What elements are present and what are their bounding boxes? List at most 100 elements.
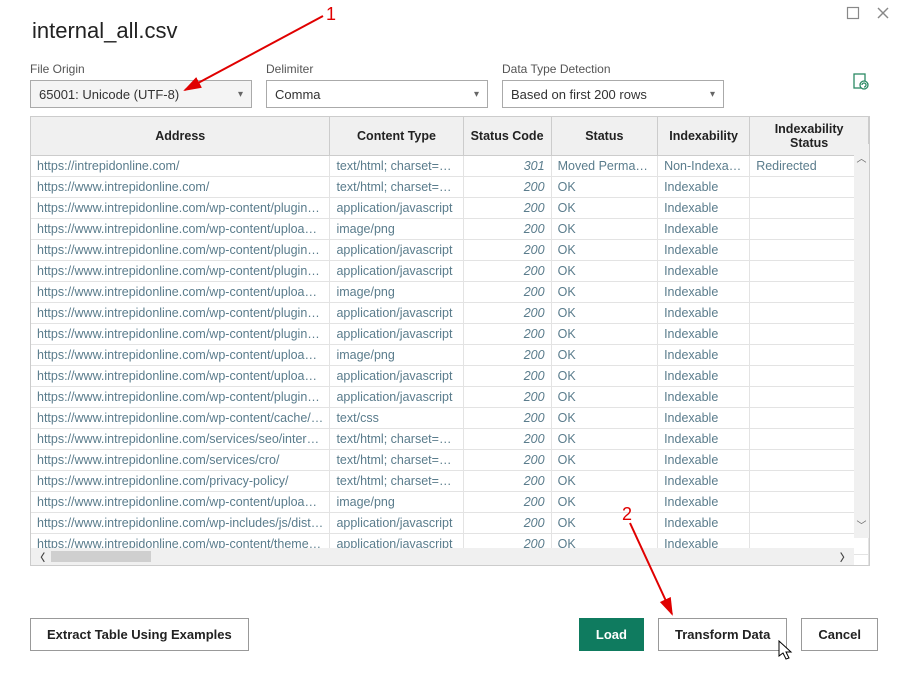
refresh-icon[interactable] bbox=[852, 73, 870, 98]
cancel-button[interactable]: Cancel bbox=[801, 618, 878, 651]
table-cell: Indexable bbox=[658, 219, 750, 240]
file-origin-dropdown[interactable]: 65001: Unicode (UTF-8) ▾ bbox=[30, 80, 252, 108]
table-cell: 200 bbox=[463, 345, 551, 366]
table-cell: OK bbox=[551, 261, 657, 282]
table-cell: https://www.intrepidonline.com/wp-conten… bbox=[31, 387, 330, 408]
load-button[interactable]: Load bbox=[579, 618, 644, 651]
table-cell: OK bbox=[551, 492, 657, 513]
table-cell bbox=[750, 513, 869, 534]
table-cell: https://www.intrepidonline.com/wp-conten… bbox=[31, 408, 330, 429]
table-cell: https://www.intrepidonline.com/services/… bbox=[31, 450, 330, 471]
column-header[interactable]: Address bbox=[31, 117, 330, 156]
table-row[interactable]: https://www.intrepidonline.com/wp-conten… bbox=[31, 198, 869, 219]
table-cell: application/javascript bbox=[330, 387, 463, 408]
table-row[interactable]: https://www.intrepidonline.com/wp-conten… bbox=[31, 303, 869, 324]
table-cell bbox=[750, 450, 869, 471]
table-cell: 200 bbox=[463, 450, 551, 471]
table-row[interactable]: https://www.intrepidonline.com/wp-conten… bbox=[31, 492, 869, 513]
table-row[interactable]: https://www.intrepidonline.com/wp-conten… bbox=[31, 387, 869, 408]
scroll-down-icon[interactable]: ﹀ bbox=[857, 511, 867, 538]
table-cell: OK bbox=[551, 282, 657, 303]
table-row[interactable]: https://www.intrepidonline.com/wp-conten… bbox=[31, 261, 869, 282]
column-header[interactable]: Indexability bbox=[658, 117, 750, 156]
table-cell: Indexable bbox=[658, 324, 750, 345]
table-row[interactable]: https://www.intrepidonline.com/wp-conten… bbox=[31, 240, 869, 261]
scroll-right-icon[interactable]: 〉 bbox=[836, 549, 854, 564]
table-cell: Non-Indexable bbox=[658, 156, 750, 177]
table-cell: https://www.intrepidonline.com/wp-conten… bbox=[31, 261, 330, 282]
table-cell: 200 bbox=[463, 198, 551, 219]
extract-table-button[interactable]: Extract Table Using Examples bbox=[30, 618, 249, 651]
table-cell: text/html; charset=UTF-8 bbox=[330, 471, 463, 492]
column-header[interactable]: Status bbox=[551, 117, 657, 156]
vertical-scrollbar[interactable]: ︿ ﹀ bbox=[854, 144, 869, 538]
scrollbar-thumb[interactable] bbox=[51, 551, 151, 562]
table-cell: Indexable bbox=[658, 177, 750, 198]
close-icon[interactable] bbox=[876, 6, 890, 20]
table-row[interactable]: https://www.intrepidonline.com/wp-conten… bbox=[31, 366, 869, 387]
table-row[interactable]: https://www.intrepidonline.com/wp-conten… bbox=[31, 408, 869, 429]
table-cell: 301 bbox=[463, 156, 551, 177]
table-row[interactable]: https://www.intrepidonline.com/services/… bbox=[31, 429, 869, 450]
table-cell: Indexable bbox=[658, 450, 750, 471]
table-cell: OK bbox=[551, 366, 657, 387]
delimiter-dropdown[interactable]: Comma ▾ bbox=[266, 80, 488, 108]
table-cell: OK bbox=[551, 324, 657, 345]
table-cell: image/png bbox=[330, 345, 463, 366]
table-cell: https://www.intrepidonline.com/services/… bbox=[31, 429, 330, 450]
maximize-icon[interactable] bbox=[846, 6, 860, 20]
table-cell bbox=[750, 261, 869, 282]
table-cell: 200 bbox=[463, 366, 551, 387]
table-cell: text/html; charset=UTF-8 bbox=[330, 177, 463, 198]
detection-label: Data Type Detection bbox=[502, 62, 724, 76]
table-cell: Indexable bbox=[658, 240, 750, 261]
table-cell: 200 bbox=[463, 513, 551, 534]
table-cell: https://www.intrepidonline.com/wp-conten… bbox=[31, 345, 330, 366]
table-cell: https://www.intrepidonline.com/privacy-p… bbox=[31, 471, 330, 492]
transform-data-button[interactable]: Transform Data bbox=[658, 618, 787, 651]
table-row[interactable]: https://www.intrepidonline.com/wp-conten… bbox=[31, 324, 869, 345]
table-cell bbox=[750, 429, 869, 450]
table-cell: 200 bbox=[463, 303, 551, 324]
table-row[interactable]: https://intrepidonline.com/text/html; ch… bbox=[31, 156, 869, 177]
table-row[interactable]: https://www.intrepidonline.com/wp-includ… bbox=[31, 513, 869, 534]
table-cell: text/html; charset=UTF-8 bbox=[330, 429, 463, 450]
table-row[interactable]: https://www.intrepidonline.com/wp-conten… bbox=[31, 282, 869, 303]
table-cell: 200 bbox=[463, 261, 551, 282]
table-cell: OK bbox=[551, 198, 657, 219]
table-cell: https://www.intrepidonline.com/wp-conten… bbox=[31, 492, 330, 513]
table-cell: https://intrepidonline.com/ bbox=[31, 156, 330, 177]
table-cell: image/png bbox=[330, 219, 463, 240]
scroll-left-icon[interactable]: 〈 bbox=[31, 549, 49, 564]
table-cell: OK bbox=[551, 303, 657, 324]
table-cell: https://www.intrepidonline.com/wp-conten… bbox=[31, 324, 330, 345]
column-header[interactable]: Content Type bbox=[330, 117, 463, 156]
table-row[interactable]: https://www.intrepidonline.com/wp-conten… bbox=[31, 219, 869, 240]
file-origin-value: 65001: Unicode (UTF-8) bbox=[39, 87, 179, 102]
table-cell: 200 bbox=[463, 387, 551, 408]
table-cell: image/png bbox=[330, 282, 463, 303]
column-header[interactable]: Status Code bbox=[463, 117, 551, 156]
horizontal-scrollbar[interactable]: 〈 〉 bbox=[31, 548, 854, 565]
file-origin-label: File Origin bbox=[30, 62, 252, 76]
table-cell: application/javascript bbox=[330, 198, 463, 219]
table-cell bbox=[750, 408, 869, 429]
table-cell: application/javascript bbox=[330, 303, 463, 324]
table-cell: Moved Permanently bbox=[551, 156, 657, 177]
table-cell bbox=[750, 471, 869, 492]
table-cell: 200 bbox=[463, 177, 551, 198]
delimiter-label: Delimiter bbox=[266, 62, 488, 76]
table-cell: Indexable bbox=[658, 261, 750, 282]
table-cell bbox=[750, 366, 869, 387]
table-cell: https://www.intrepidonline.com/wp-conten… bbox=[31, 240, 330, 261]
table-row[interactable]: https://www.intrepidonline.com/wp-conten… bbox=[31, 345, 869, 366]
detection-dropdown[interactable]: Based on first 200 rows ▾ bbox=[502, 80, 724, 108]
column-header[interactable]: Indexability Status bbox=[750, 117, 869, 156]
table-row[interactable]: https://www.intrepidonline.com/privacy-p… bbox=[31, 471, 869, 492]
table-row[interactable]: https://www.intrepidonline.com/services/… bbox=[31, 450, 869, 471]
scroll-up-icon[interactable]: ︿ bbox=[857, 144, 867, 171]
table-cell: application/javascript bbox=[330, 366, 463, 387]
table-cell: Indexable bbox=[658, 513, 750, 534]
chevron-down-icon: ▾ bbox=[238, 89, 243, 100]
table-row[interactable]: https://www.intrepidonline.com/text/html… bbox=[31, 177, 869, 198]
